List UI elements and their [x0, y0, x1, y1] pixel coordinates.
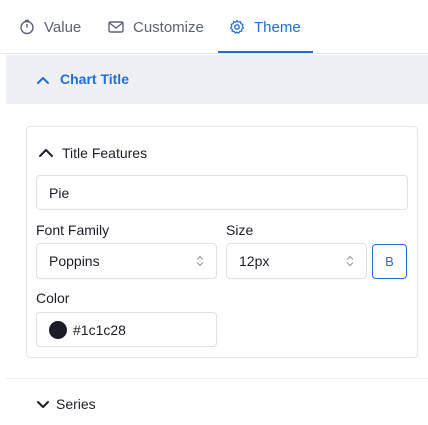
- size-select[interactable]: 12px: [226, 243, 367, 279]
- bold-toggle-button[interactable]: B: [372, 244, 407, 279]
- active-tab-indicator: [218, 51, 313, 53]
- tab-value[interactable]: Value: [18, 0, 81, 54]
- title-features-toggle[interactable]: Title Features: [38, 143, 147, 163]
- section-divider: [6, 378, 428, 379]
- title-features-card: Title Features Pie Font Family Poppins S…: [26, 126, 418, 358]
- gear-icon: [228, 18, 246, 36]
- series-section-toggle[interactable]: Series: [36, 394, 96, 414]
- tab-customize-label: Customize: [133, 18, 204, 36]
- chevron-down-icon: [37, 401, 49, 408]
- size-label: Size: [226, 222, 254, 238]
- chart-title-section-label: Chart Title: [60, 71, 129, 87]
- chevron-up-icon: [39, 149, 53, 157]
- color-swatch[interactable]: [49, 320, 67, 339]
- color-label: Color: [36, 290, 70, 306]
- select-arrows-icon: [346, 255, 354, 267]
- chevron-up-icon: [37, 77, 49, 84]
- tab-bar: Value Customize Theme: [0, 0, 428, 54]
- tab-customize[interactable]: Customize: [107, 0, 204, 54]
- font-family-select[interactable]: Poppins: [36, 243, 217, 279]
- chart-title-section-toggle[interactable]: Chart Title: [6, 55, 428, 104]
- tab-value-label: Value: [44, 18, 82, 36]
- title-text-value: Pie: [49, 184, 70, 201]
- envelope-icon: [107, 18, 125, 36]
- tab-theme-label: Theme: [254, 18, 301, 36]
- color-picker-input[interactable]: #1c1c28: [36, 312, 217, 347]
- select-arrows-icon: [196, 255, 204, 267]
- series-section-label: Series: [56, 396, 96, 412]
- font-family-label: Font Family: [36, 222, 110, 238]
- tab-theme[interactable]: Theme: [228, 0, 301, 54]
- color-value: #1c1c28: [73, 321, 126, 338]
- size-value: 12px: [239, 253, 270, 269]
- title-features-heading: Title Features: [62, 145, 148, 161]
- title-text-input[interactable]: Pie: [36, 175, 408, 210]
- font-family-value: Poppins: [49, 253, 100, 269]
- timer-icon: [18, 18, 36, 36]
